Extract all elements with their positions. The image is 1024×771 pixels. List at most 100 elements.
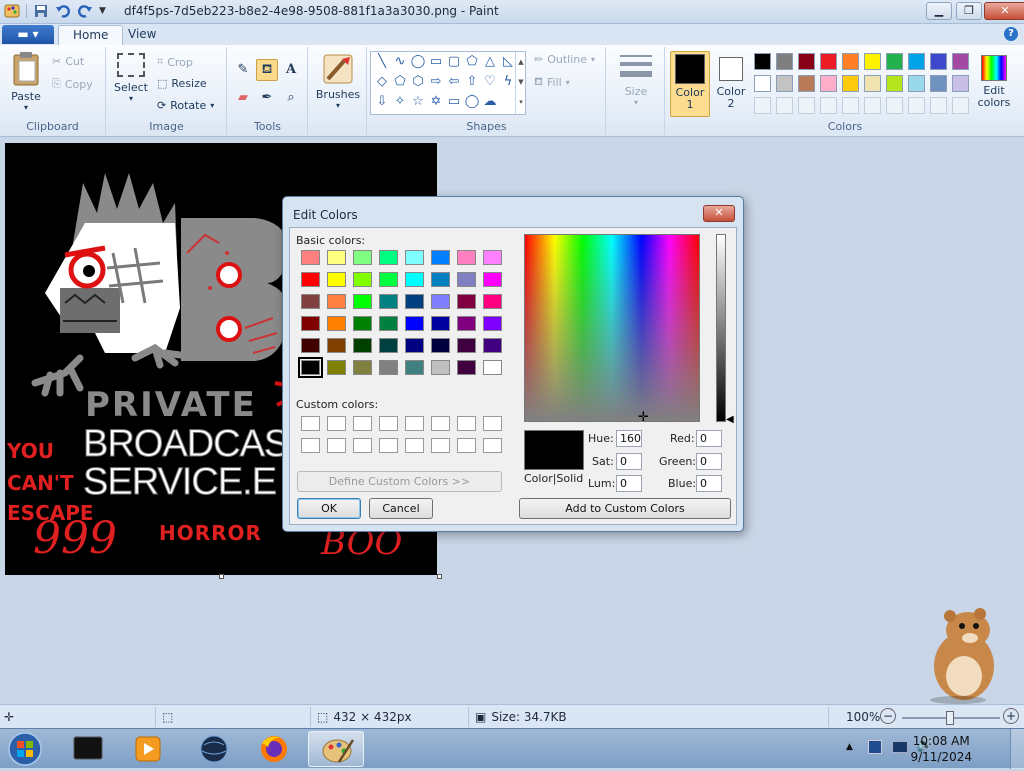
pencil-tool[interactable]: ✎ (232, 59, 254, 81)
basic-color-swatch[interactable] (301, 250, 320, 265)
color-picker-tool[interactable]: ✒ (256, 87, 278, 109)
tray-expand-icon[interactable]: ▲ (846, 742, 853, 752)
custom-color-swatch[interactable] (405, 438, 424, 453)
palette-swatch[interactable] (952, 75, 969, 92)
six-point-star-shape-icon[interactable]: ✡ (427, 93, 445, 111)
basic-color-swatch[interactable] (353, 250, 372, 265)
palette-swatch[interactable] (820, 53, 837, 70)
basic-color-swatch[interactable] (379, 338, 398, 353)
basic-color-swatch[interactable] (353, 294, 372, 309)
polygon-shape-icon[interactable]: ⬠ (463, 53, 481, 71)
taskbar-app-media-player[interactable] (120, 731, 176, 767)
select-button[interactable]: Select ▾ (113, 53, 149, 103)
left-arrow-shape-icon[interactable]: ⇦ (445, 73, 463, 91)
brushes-button[interactable]: Brushes ▾ (315, 53, 361, 110)
custom-color-swatch[interactable] (327, 438, 346, 453)
palette-swatch[interactable] (820, 75, 837, 92)
taskbar-app-globe[interactable] (186, 731, 242, 767)
custom-color-swatch[interactable] (457, 438, 476, 453)
palette-swatch[interactable] (842, 97, 859, 114)
palette-swatch[interactable] (930, 75, 947, 92)
basic-color-swatch[interactable] (379, 250, 398, 265)
basic-color-swatch[interactable] (483, 294, 502, 309)
basic-color-swatch[interactable] (405, 360, 424, 375)
text-tool[interactable]: A (280, 59, 302, 81)
palette-swatch[interactable] (930, 97, 947, 114)
copy-button[interactable]: ⎘ Copy (52, 77, 93, 91)
palette-swatch[interactable] (798, 97, 815, 114)
rectangle-shape-icon[interactable]: ▭ (427, 53, 445, 71)
pentagon-shape-icon[interactable]: ⬠ (391, 73, 409, 91)
basic-color-swatch[interactable] (327, 272, 346, 287)
luminance-slider[interactable] (716, 234, 726, 422)
curve-shape-icon[interactable]: ∿ (391, 53, 409, 71)
custom-color-swatch[interactable] (301, 416, 320, 431)
basic-color-swatch[interactable] (457, 272, 476, 287)
blue-input[interactable]: 0 (696, 475, 722, 492)
custom-color-swatch[interactable] (379, 438, 398, 453)
basic-color-swatch[interactable] (353, 316, 372, 331)
tab-view[interactable]: View (114, 25, 170, 45)
minimize-button[interactable]: ▁ (926, 2, 952, 20)
dialog-close-button[interactable]: ✕ (703, 205, 735, 222)
oval-shape-icon[interactable]: ◯ (409, 53, 427, 71)
basic-color-swatch[interactable] (379, 294, 398, 309)
luminance-arrow-icon[interactable]: ◀ (726, 414, 734, 425)
fill-button[interactable]: ⛾ Fill ▾ (534, 75, 570, 90)
maximize-button[interactable]: ❐ (956, 2, 982, 20)
heart-shape-icon[interactable]: ♡ (481, 73, 499, 91)
zoom-slider[interactable] (902, 711, 1000, 725)
taskbar-app-terminal[interactable] (60, 731, 116, 767)
palette-swatch[interactable] (908, 75, 925, 92)
magnifier-tool[interactable]: ⌕ (280, 87, 302, 109)
paste-button[interactable]: Paste ▾ (6, 51, 46, 112)
right-arrow-shape-icon[interactable]: ⇨ (427, 73, 445, 91)
palette-swatch[interactable] (886, 53, 903, 70)
palette-swatch[interactable] (754, 53, 771, 70)
basic-color-swatch[interactable] (405, 294, 424, 309)
palette-swatch[interactable] (798, 75, 815, 92)
basic-color-swatch[interactable] (431, 316, 450, 331)
hexagon-shape-icon[interactable]: ⬡ (409, 73, 427, 91)
basic-color-swatch[interactable] (483, 316, 502, 331)
triangle-shape-icon[interactable]: △ (481, 53, 499, 71)
custom-color-swatch[interactable] (353, 438, 372, 453)
redo-icon[interactable] (77, 3, 93, 19)
lum-input[interactable]: 0 (616, 475, 642, 492)
palette-swatch[interactable] (842, 53, 859, 70)
basic-color-swatch[interactable] (431, 250, 450, 265)
palette-swatch[interactable] (886, 75, 903, 92)
ok-button[interactable]: OK (297, 498, 361, 519)
palette-swatch[interactable] (864, 75, 881, 92)
basic-color-swatch[interactable] (353, 272, 372, 287)
resize-handle-bottom[interactable] (219, 574, 224, 579)
tray-device-icon[interactable] (868, 740, 882, 754)
resize-button[interactable]: ⬚ Resize (157, 77, 207, 90)
palette-swatch[interactable] (776, 53, 793, 70)
palette-swatch[interactable] (930, 53, 947, 70)
start-button[interactable] (6, 731, 44, 767)
shapes-scroll[interactable]: ▲ ▼ ▾ (515, 52, 526, 114)
basic-color-swatch[interactable] (353, 338, 372, 353)
outline-button[interactable]: ✏ Outline ▾ (534, 53, 595, 66)
custom-color-swatch[interactable] (457, 416, 476, 431)
color1-button[interactable]: Color 1 (670, 51, 710, 117)
basic-color-swatch[interactable] (431, 272, 450, 287)
close-button[interactable]: ✕ (984, 2, 1024, 20)
taskbar-app-firefox[interactable] (246, 731, 302, 767)
size-button[interactable]: Size ▾ (615, 53, 657, 107)
basic-color-swatch[interactable] (457, 294, 476, 309)
five-point-star-shape-icon[interactable]: ☆ (409, 93, 427, 111)
basic-color-swatch[interactable] (431, 360, 450, 375)
tray-network-icon[interactable] (892, 741, 908, 753)
add-to-custom-colors-button[interactable]: Add to Custom Colors (519, 498, 731, 519)
custom-color-swatch[interactable] (353, 416, 372, 431)
zoom-in-button[interactable]: + (1003, 708, 1019, 724)
basic-color-swatch[interactable] (301, 338, 320, 353)
custom-color-swatch[interactable] (301, 438, 320, 453)
four-point-star-shape-icon[interactable]: ✧ (391, 93, 409, 111)
rounded-rectangle-shape-icon[interactable]: ▢ (445, 53, 463, 71)
basic-color-swatch[interactable] (327, 338, 346, 353)
basic-color-swatch[interactable] (327, 360, 346, 375)
show-desktop-button[interactable] (1010, 729, 1024, 769)
